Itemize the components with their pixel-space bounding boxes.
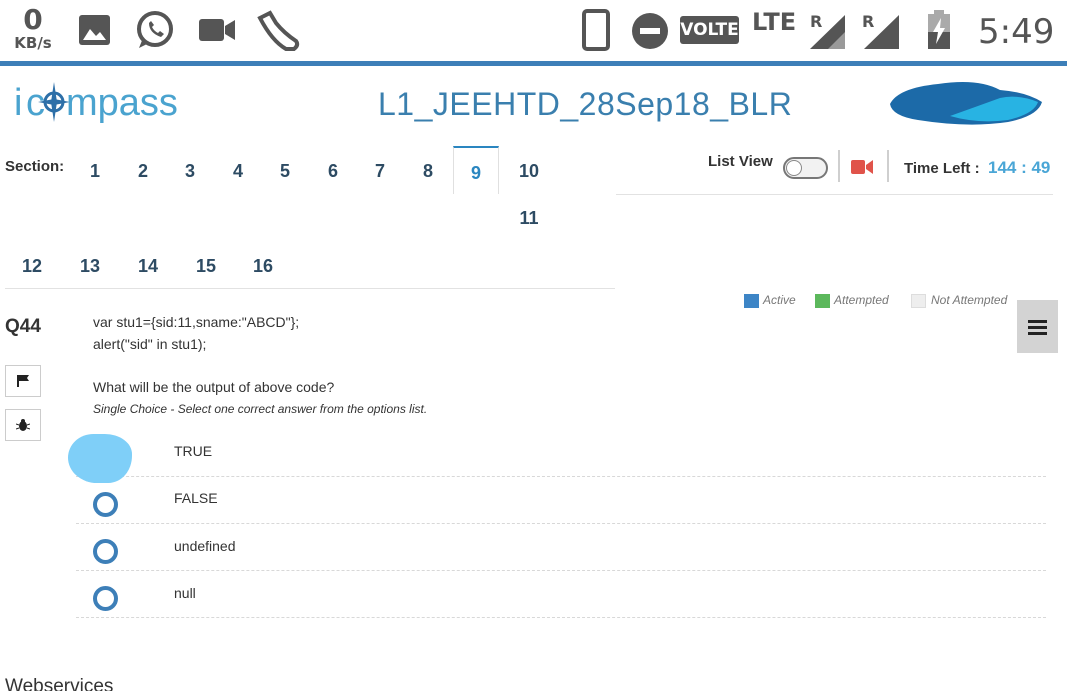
report-bug-button[interactable] (5, 409, 41, 441)
section-tab-2[interactable]: 2 (121, 161, 165, 182)
volte-badge: VOLTE (680, 16, 739, 44)
flag-icon (17, 375, 29, 387)
control-separator (887, 150, 889, 182)
list-view-label: List View (708, 153, 773, 170)
section-tab-13[interactable]: 13 (68, 256, 112, 277)
lte-label: LTE (752, 8, 797, 36)
toggle-knob (786, 160, 802, 176)
section-tab-9[interactable]: 9 (454, 163, 498, 184)
section-tab-5[interactable]: 5 (263, 161, 307, 182)
phone-portrait-icon (582, 9, 610, 56)
time-left-label: Time Left : (904, 160, 980, 177)
section-label: Section: (5, 158, 65, 175)
section-tab-6[interactable]: 6 (311, 161, 355, 182)
menu-icon-bar (1028, 326, 1047, 329)
gallery-icon (78, 14, 111, 51)
option-label-null: null (174, 585, 196, 601)
section-tab-14[interactable]: 14 (126, 256, 170, 277)
option-radio-undefined[interactable] (93, 539, 118, 564)
svg-text:i: i (14, 82, 22, 124)
signal-icon (862, 14, 900, 55)
status-clock: 5:49 (978, 12, 1055, 52)
option-row-undefined[interactable]: undefined (76, 524, 1046, 571)
status-bar-divider (0, 61, 1067, 66)
legend-not-attempted-label: Not Attempted (931, 293, 1008, 307)
code-line-1: var stu1={sid:11,sname:"ABCD"}; (93, 314, 300, 330)
section-tab-1[interactable]: 1 (73, 161, 117, 182)
video-camera-icon[interactable] (851, 159, 873, 180)
video-call-icon (198, 17, 236, 48)
section-tab-7[interactable]: 7 (358, 161, 402, 182)
status-bar: 0 KB/s VOLTE LTE R R 5:49 (0, 0, 1067, 66)
network-speed-unit: KB/s (14, 34, 52, 52)
list-view-toggle[interactable] (783, 157, 828, 179)
legend-attempted-label: Attempted (834, 293, 889, 307)
section-divider (5, 288, 615, 289)
control-separator (838, 150, 840, 182)
time-left-value: 144 : 49 (988, 158, 1051, 177)
section-tab-10[interactable]: 10 (507, 161, 551, 182)
legend-attempted-swatch (815, 294, 830, 308)
legend-not-attempted-swatch (911, 294, 926, 308)
legend-active-swatch (744, 294, 759, 308)
option-label-true: TRUE (174, 443, 213, 459)
network-speed-value: 0 (23, 3, 43, 36)
bug-icon (16, 419, 30, 431)
option-label-false: FALSE (174, 490, 218, 506)
section-tab-3[interactable]: 3 (168, 161, 212, 182)
legend-active-label: Active (763, 293, 796, 307)
icompass-logo: i c mpass (14, 80, 184, 135)
section-tab-4[interactable]: 4 (216, 161, 260, 182)
redaction-blob (68, 434, 132, 483)
option-row-true[interactable]: TRUE (76, 430, 1046, 477)
option-row-false[interactable]: FALSE (76, 477, 1046, 524)
network-speed: 0 KB/s (10, 3, 56, 53)
hamburger-menu-button[interactable] (1017, 300, 1058, 353)
svg-text:mpass: mpass (66, 82, 178, 124)
option-radio-false[interactable] (93, 492, 118, 517)
section-tab-11[interactable]: 11 (507, 208, 551, 229)
question-text: What will be the output of above code? (93, 379, 335, 395)
flag-question-button[interactable] (5, 365, 41, 397)
option-row-null[interactable]: null (76, 571, 1046, 618)
code-line-2: alert("sid" in stu1); (93, 336, 207, 352)
section-tab-16[interactable]: 16 (241, 256, 285, 277)
battery-charging-icon (926, 10, 952, 55)
whatsapp-icon (135, 10, 176, 56)
brand-logo (888, 76, 1044, 133)
question-number: Q44 (5, 316, 41, 337)
svg-text:c: c (26, 82, 45, 124)
next-section-title: Webservices (5, 676, 114, 691)
do-not-disturb-icon (631, 12, 669, 55)
menu-icon-bar (1028, 332, 1047, 335)
signal-icon (808, 14, 846, 55)
option-label-undefined: undefined (174, 538, 236, 554)
section-tab-12[interactable]: 12 (10, 256, 54, 277)
controls-divider (616, 194, 1053, 195)
section-tab-8[interactable]: 8 (406, 161, 450, 182)
section-tab-15[interactable]: 15 (184, 256, 228, 277)
menu-icon-bar (1028, 320, 1047, 323)
test-title: L1_JEEHTD_28Sep18_BLR (378, 86, 793, 122)
option-radio-null[interactable] (93, 586, 118, 611)
shoe-icon (256, 10, 300, 57)
question-hint: Single Choice - Select one correct answe… (93, 402, 428, 416)
